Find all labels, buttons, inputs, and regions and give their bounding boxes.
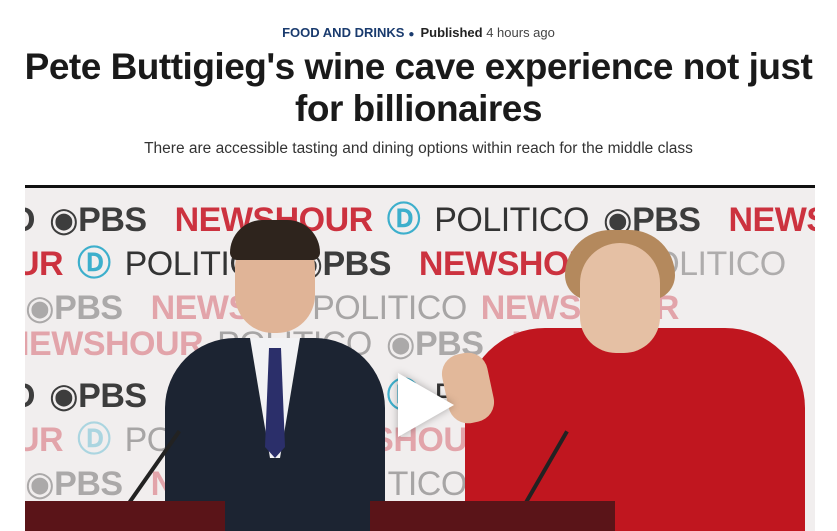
play-icon[interactable] bbox=[398, 373, 454, 437]
video-player[interactable]: CO◉PBSNEWSHOURⒹPOLITICO◉PBSNEWS URⒹPOLIT… bbox=[25, 185, 815, 531]
published-label: Published bbox=[420, 25, 483, 40]
article-meta: FOOD AND DRINKS ● Published 4 hours ago bbox=[0, 24, 837, 44]
article-subheadline: There are accessible tasting and dining … bbox=[144, 140, 693, 157]
separator-dot: ● bbox=[408, 29, 415, 40]
category-link[interactable]: FOOD AND DRINKS bbox=[282, 25, 404, 40]
podium-left bbox=[25, 501, 225, 531]
backdrop-row: URⒹPOLITICO◉PBSNEWSHOURPOLITICO bbox=[25, 245, 786, 283]
speaker-left-hair bbox=[230, 220, 320, 260]
backdrop-row: CO◉PBSNEWSHOURⒹPOLITICO◉PBSNEWS bbox=[25, 201, 815, 239]
play-button[interactable] bbox=[385, 363, 465, 447]
speaker-right-head bbox=[580, 243, 660, 353]
podium-right bbox=[370, 501, 615, 531]
published-time: 4 hours ago bbox=[486, 25, 555, 40]
article-headline: Pete Buttigieg's wine cave experience no… bbox=[24, 46, 813, 129]
